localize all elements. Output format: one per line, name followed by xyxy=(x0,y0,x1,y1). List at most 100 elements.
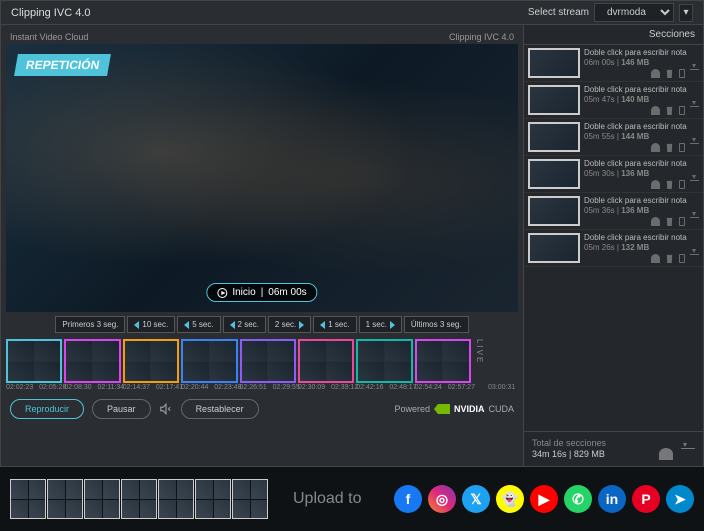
section-note[interactable]: Doble click para escribir nota xyxy=(584,196,699,205)
whatsapp-icon[interactable]: ✆ xyxy=(564,485,592,513)
section-item[interactable]: Doble click para escribir nota05m 26s | … xyxy=(524,230,703,267)
snapchat-icon[interactable]: 👻 xyxy=(496,485,524,513)
fwd-1s-button[interactable]: 1 sec. xyxy=(359,316,402,333)
download-icon[interactable] xyxy=(681,448,695,460)
cloud-icon[interactable] xyxy=(651,106,660,115)
timeline-segment[interactable]: 02:14:37 02:17:41 xyxy=(123,339,179,391)
timeline-segment[interactable]: 02:08:30 02:11:34 xyxy=(64,339,120,391)
section-item[interactable]: Doble click para escribir nota05m 47s | … xyxy=(524,82,703,119)
video-player[interactable]: REPETICIÓN Inicio | 06m 00s xyxy=(6,44,518,312)
sections-list: Doble click para escribir nota06m 00s | … xyxy=(524,45,703,431)
footer-thumb[interactable] xyxy=(47,479,83,519)
section-item[interactable]: Doble click para escribir nota05m 55s | … xyxy=(524,119,703,156)
mute-icon[interactable] xyxy=(159,402,173,416)
app-window: Clipping IVC 4.0 Select stream dvrmoda ▾… xyxy=(0,0,704,467)
section-note[interactable]: Doble click para escribir nota xyxy=(584,122,699,131)
back-2s-button[interactable]: 2 sec. xyxy=(223,316,266,333)
footer-thumb[interactable] xyxy=(84,479,120,519)
footer-thumb[interactable] xyxy=(232,479,268,519)
download-icon[interactable] xyxy=(690,106,699,115)
cloud-icon[interactable] xyxy=(651,254,660,263)
mobile-icon[interactable] xyxy=(679,254,685,263)
download-icon[interactable] xyxy=(690,180,699,189)
sections-panel: Secciones Doble click para escribir nota… xyxy=(523,25,703,466)
last-3s-button[interactable]: Últimos 3 seg. xyxy=(404,316,469,333)
totals: Total de secciones 34m 16s | 829 MB xyxy=(524,431,703,466)
trash-icon[interactable] xyxy=(665,217,674,226)
footer-thumb[interactable] xyxy=(121,479,157,519)
section-meta: 05m 30s | 136 MB xyxy=(584,169,699,178)
download-icon[interactable] xyxy=(690,69,699,78)
facebook-icon[interactable]: f xyxy=(394,485,422,513)
controls-bar: Reproducir Pausar Restablecer Powered NV… xyxy=(6,393,518,425)
section-meta: 06m 00s | 146 MB xyxy=(584,58,699,67)
timeline-segment[interactable]: 02:54:24 02:57:27 xyxy=(415,339,471,391)
totals-label: Total de secciones xyxy=(532,438,695,448)
reset-button[interactable]: Restablecer xyxy=(181,399,259,419)
play-button[interactable]: Reproducir xyxy=(10,399,84,419)
twitter-icon[interactable]: 𝕏 xyxy=(462,485,490,513)
instagram-icon[interactable]: ◎ xyxy=(428,485,456,513)
mobile-icon[interactable] xyxy=(679,69,685,78)
section-meta: 05m 26s | 132 MB xyxy=(584,243,699,252)
stream-dropdown[interactable]: dvrmoda xyxy=(594,3,674,22)
video-header: Instant Video Cloud Clipping IVC 4.0 xyxy=(6,30,518,44)
back-1s-button[interactable]: 1 sec. xyxy=(313,316,356,333)
youtube-icon[interactable]: ▶ xyxy=(530,485,558,513)
chevron-down-icon[interactable]: ▾ xyxy=(679,4,693,22)
cloud-icon[interactable] xyxy=(651,217,660,226)
footer-thumbnails xyxy=(10,479,268,519)
timeline-segment[interactable]: 02:42:16 02:48:17 xyxy=(356,339,412,391)
trash-icon[interactable] xyxy=(665,69,674,78)
pinterest-icon[interactable]: P xyxy=(632,485,660,513)
section-thumbnail xyxy=(528,85,580,115)
back-5s-button[interactable]: 5 sec. xyxy=(177,316,220,333)
mobile-icon[interactable] xyxy=(679,180,685,189)
trash-icon[interactable] xyxy=(665,143,674,152)
trash-icon[interactable] xyxy=(665,254,674,263)
section-note[interactable]: Doble click para escribir nota xyxy=(584,159,699,168)
trash-icon[interactable] xyxy=(665,180,674,189)
topbar: Clipping IVC 4.0 Select stream dvrmoda ▾ xyxy=(1,1,703,25)
footer-thumb[interactable] xyxy=(195,479,231,519)
repetition-badge: REPETICIÓN xyxy=(14,54,111,76)
download-icon[interactable] xyxy=(690,254,699,263)
linkedin-icon[interactable]: in xyxy=(598,485,626,513)
timeline[interactable]: 02:02:23 02:05:2802:08:30 02:11:3402:14:… xyxy=(6,337,518,393)
fwd-2s-button[interactable]: 2 sec. xyxy=(268,316,311,333)
section-item[interactable]: Doble click para escribir nota05m 30s | … xyxy=(524,156,703,193)
download-icon[interactable] xyxy=(690,217,699,226)
footer-thumb[interactable] xyxy=(10,479,46,519)
cloud-upload-icon[interactable] xyxy=(659,448,673,460)
section-note[interactable]: Doble click para escribir nota xyxy=(584,48,699,57)
telegram-icon[interactable]: ➤ xyxy=(666,485,694,513)
mobile-icon[interactable] xyxy=(679,143,685,152)
play-icon xyxy=(217,288,227,298)
section-note[interactable]: Doble click para escribir nota xyxy=(584,85,699,94)
section-note[interactable]: Doble click para escribir nota xyxy=(584,233,699,242)
pause-button[interactable]: Pausar xyxy=(92,399,151,419)
section-meta: 05m 47s | 140 MB xyxy=(584,95,699,104)
timeline-segment[interactable]: 02:02:23 02:05:28 xyxy=(6,339,62,391)
trash-icon[interactable] xyxy=(665,106,674,115)
mobile-icon[interactable] xyxy=(679,217,685,226)
section-thumbnail xyxy=(528,122,580,152)
section-thumbnail xyxy=(528,233,580,263)
back-10s-button[interactable]: 10 sec. xyxy=(127,316,175,333)
pill-label: Inicio xyxy=(232,287,255,298)
footer-thumb[interactable] xyxy=(158,479,194,519)
timeline-segment[interactable]: 02:30:09 02:39:12 xyxy=(298,339,354,391)
timeline-segment[interactable]: 02:26:51 02:29:55 xyxy=(240,339,296,391)
cloud-icon[interactable] xyxy=(651,143,660,152)
pill-time: 06m 00s xyxy=(268,287,306,298)
section-item[interactable]: Doble click para escribir nota05m 36s | … xyxy=(524,193,703,230)
nav-buttons: Primeros 3 seg. 10 sec. 5 sec. 2 sec. 2 … xyxy=(6,312,518,337)
timeline-segment[interactable]: 02:20:44 02:23:48 xyxy=(181,339,237,391)
cloud-icon[interactable] xyxy=(651,180,660,189)
mobile-icon[interactable] xyxy=(679,106,685,115)
first-3s-button[interactable]: Primeros 3 seg. xyxy=(55,316,125,333)
download-icon[interactable] xyxy=(690,143,699,152)
section-item[interactable]: Doble click para escribir nota06m 00s | … xyxy=(524,45,703,82)
cloud-icon[interactable] xyxy=(651,69,660,78)
section-thumbnail xyxy=(528,48,580,78)
